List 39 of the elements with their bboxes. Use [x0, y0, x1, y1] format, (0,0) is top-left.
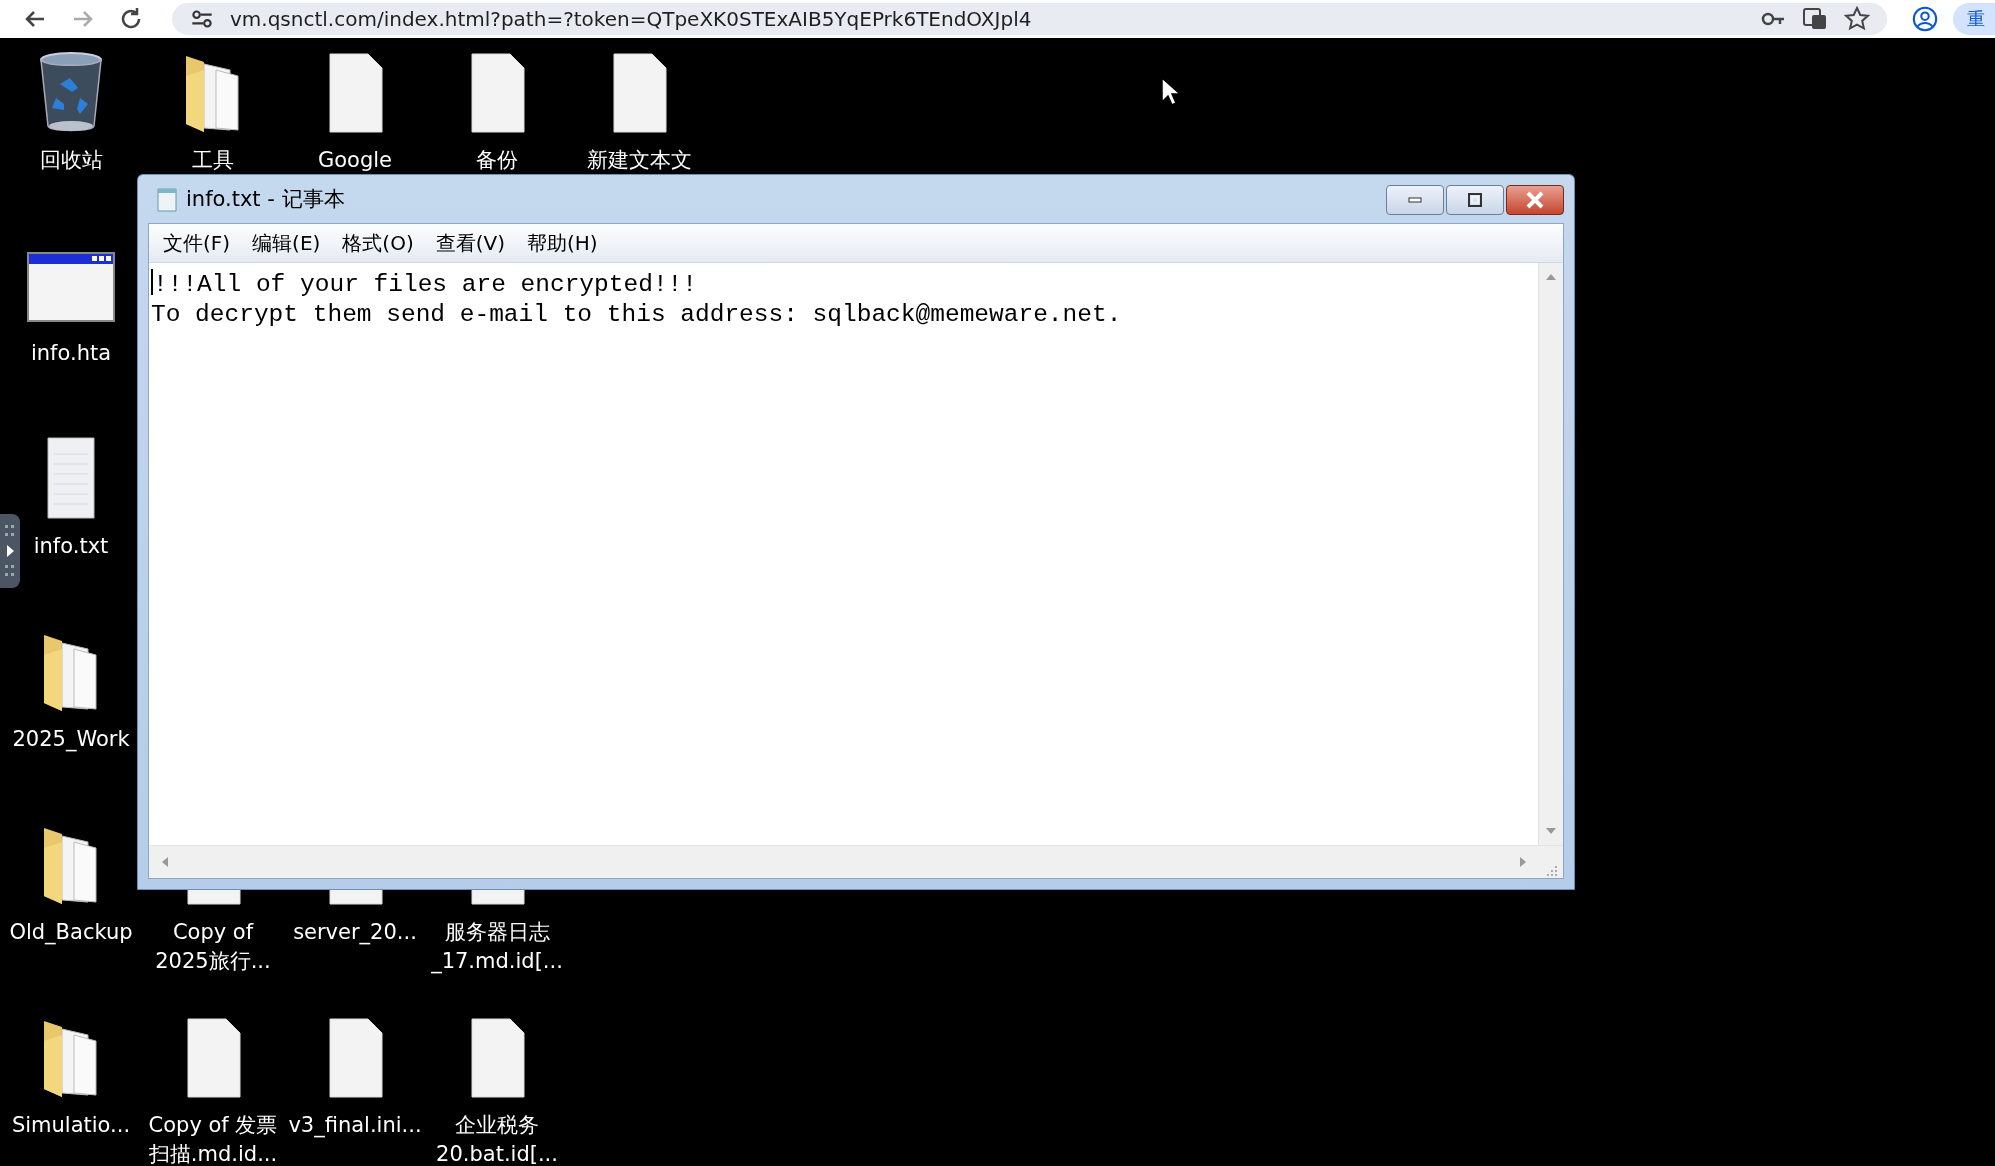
icon-label[interactable]: server_20... [293, 918, 417, 947]
icon-label[interactable]: 新建文本文 [586, 146, 692, 175]
icon-label[interactable]: info.hta [30, 339, 112, 368]
icon-label[interactable]: v3_final.ini... [288, 1111, 422, 1140]
menu-item[interactable]: 编辑(E) [242, 225, 331, 261]
icon-label[interactable]: Copy of 发票扫描.md.id... [146, 1111, 280, 1166]
icon-label[interactable]: Old_Backup [9, 918, 133, 947]
icon-label[interactable]: 2025_Work [12, 725, 130, 754]
icon-label[interactable]: 回收站 [39, 146, 103, 175]
minimize-button[interactable] [1386, 185, 1444, 215]
action-button[interactable]: 重 [1953, 3, 1995, 35]
icon-label[interactable]: 备份 [476, 146, 518, 175]
icon-label[interactable]: Google [317, 146, 393, 175]
close-button[interactable] [1506, 185, 1564, 215]
url-text: vm.qsnctl.com/index.html?path=?token=QTpeXK0STExAIB5YqEPrk6TEndOXJpl4 [230, 7, 1033, 31]
text-line: !!!All of your files are encrypted!!! [153, 271, 697, 298]
menu-item[interactable]: 帮助(H) [517, 225, 608, 261]
icon-label[interactable]: 服务器日志 _17.md.id[... [431, 918, 563, 976]
star-icon[interactable] [1843, 5, 1871, 33]
text-line: To decrypt them send e-mail to this address: sqlback@memeware.net. [151, 301, 1122, 328]
maximize-button[interactable] [1446, 185, 1504, 215]
icon-label[interactable]: 工具 [192, 146, 234, 175]
side-handle[interactable] [0, 514, 20, 588]
text-editor[interactable]: !!!All of your files are encrypted!!! To decrypt them send e-mail to this address: sqlback@memeware.net. [149, 263, 1538, 845]
icon-label[interactable]: Copy of 2025旅行... [155, 918, 271, 976]
window-title: info.txt - 记事本 [186, 186, 346, 213]
icon-label[interactable]: info.txt [33, 532, 109, 561]
menu-item[interactable]: 查看(V) [425, 225, 515, 261]
address-bar[interactable]: vm.qsnctl.com/index.html?path=?token=QTpeXK0STExAIB5YqEPrk6TEndOXJpl4 [172, 3, 1887, 35]
menu-item[interactable]: 文件(F) [153, 225, 241, 261]
icon-label[interactable]: Simulatio... [11, 1111, 131, 1140]
notepad-icon [156, 186, 178, 212]
mouse-pointer-icon [1160, 76, 1180, 106]
minimize-icon [1408, 197, 1422, 203]
maximize-icon [1466, 192, 1484, 208]
icon-label[interactable]: 企业税务 20.bat.id[... [436, 1111, 558, 1166]
close-icon [1525, 191, 1545, 209]
profile-icon[interactable] [1911, 5, 1939, 33]
menu-item[interactable]: 格式(O) [332, 225, 424, 261]
